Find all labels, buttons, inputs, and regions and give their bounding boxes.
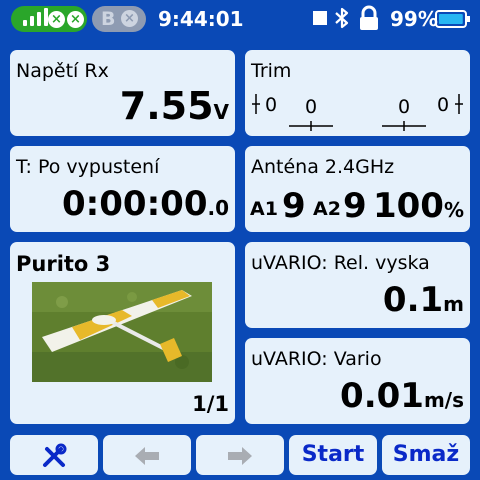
rx-voltage-widget[interactable]: Napětí Rx 7.55V	[10, 50, 235, 136]
widget-label: uVARIO: Rel. vyska	[251, 252, 430, 274]
settings-button[interactable]	[10, 435, 98, 475]
trim-value: 0	[437, 94, 450, 116]
value: 100	[372, 186, 444, 226]
trim-widget[interactable]: Trim 0 0 0 0	[245, 50, 470, 136]
unit: V	[213, 100, 229, 124]
module-b-label: B	[101, 8, 116, 30]
trim-bars	[252, 94, 463, 131]
widget-label: uVARIO: Vario	[251, 348, 382, 370]
timer-fraction: .0	[207, 196, 229, 220]
start-label: Start	[301, 442, 365, 467]
value: 0.1	[382, 280, 444, 320]
unit: %	[443, 198, 464, 222]
previous-button[interactable]	[103, 435, 191, 475]
a2-label: A2	[313, 198, 341, 220]
square-icon	[313, 11, 327, 25]
vario-altitude-value: 0.1m	[383, 280, 464, 324]
a1-label: A1	[250, 198, 278, 220]
antenna-widget[interactable]: Anténa 2.4GHz A1 9 A2 9 100%	[245, 146, 470, 232]
widget-label: Napětí Rx	[16, 60, 109, 82]
widget-label: T: Po vypustení	[16, 156, 160, 178]
clear-label: Smaž	[392, 442, 460, 467]
close-icon: ×	[48, 11, 65, 28]
a2-value: 9	[343, 186, 367, 226]
trim-value: 0	[305, 96, 318, 118]
next-button[interactable]	[196, 435, 284, 475]
a1-value: 9	[282, 186, 306, 226]
model-widget[interactable]: Purito 3 1/1	[10, 242, 235, 424]
tools-icon	[43, 443, 67, 467]
trim-value: 0	[398, 96, 411, 118]
vario-altitude-widget[interactable]: uVARIO: Rel. vyska 0.1m	[245, 242, 470, 328]
signal-bar	[30, 16, 34, 26]
module-b-indicator: B ×	[92, 6, 146, 32]
value: 0:00:00	[62, 184, 208, 224]
unit: m/s	[423, 388, 464, 412]
lock-icon	[360, 5, 378, 30]
arrow-left-icon	[135, 447, 159, 465]
battery-icon	[435, 10, 470, 28]
signal-indicator: × ×	[11, 6, 87, 32]
value: 7.55	[119, 84, 214, 128]
trim-value: 0	[265, 94, 278, 116]
rx-voltage-value: 7.55V	[120, 84, 229, 134]
bluetooth-icon	[335, 7, 349, 29]
clock: 9:44:01	[158, 7, 244, 31]
timer-widget[interactable]: T: Po vypustení 0:00:00.0	[10, 146, 235, 232]
antenna-percent: 100%	[373, 186, 464, 230]
timer-value: 0:00:00.0	[62, 184, 229, 228]
widget-label: Anténa 2.4GHz	[251, 156, 395, 178]
battery-percent: 99%	[390, 7, 438, 31]
signal-bars-icon	[23, 20, 27, 26]
model-image	[32, 282, 212, 382]
arrow-right-icon	[228, 447, 252, 465]
signal-bar	[37, 12, 41, 26]
vario-widget[interactable]: uVARIO: Vario 0.01m/s	[245, 338, 470, 424]
value: 0.01	[340, 376, 424, 416]
start-button[interactable]: Start	[289, 435, 377, 475]
close-icon: ×	[67, 11, 84, 28]
model-name: Purito 3	[16, 252, 111, 276]
unit: m	[443, 292, 464, 316]
close-icon: ×	[121, 10, 138, 27]
vario-value: 0.01m/s	[340, 376, 464, 420]
clear-button[interactable]: Smaž	[382, 435, 470, 475]
page-indicator: 1/1	[192, 392, 229, 416]
